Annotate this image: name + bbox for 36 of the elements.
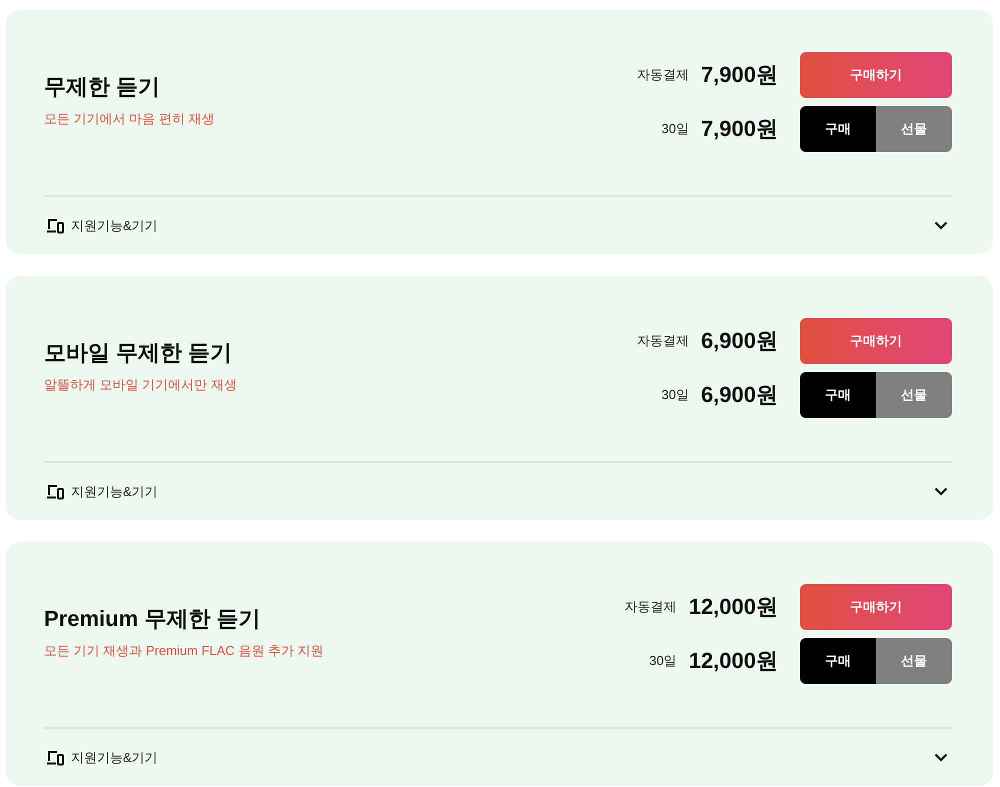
gift-button[interactable]: 선물 <box>876 106 952 152</box>
supported-devices-label: 지원기능&기기 <box>71 216 158 234</box>
chevron-down-icon[interactable] <box>934 753 948 762</box>
gift-button[interactable]: 선물 <box>876 638 952 684</box>
payment-type-label: 자동결제 <box>636 66 689 84</box>
devices-icon <box>46 750 64 766</box>
price-text: 7,900원 <box>700 115 778 143</box>
buy-button[interactable]: 구매 <box>800 638 876 684</box>
plan-title: 무제한 듣기 <box>44 73 162 101</box>
buy-button[interactable]: 구매하기 <box>800 318 952 364</box>
devices-icon <box>46 218 64 234</box>
buy-button[interactable]: 구매 <box>800 106 876 152</box>
chevron-down-icon[interactable] <box>934 487 948 496</box>
buy-button[interactable]: 구매하기 <box>800 52 952 98</box>
buy-button[interactable]: 구매 <box>800 372 876 418</box>
price-text: 6,900원 <box>700 327 778 355</box>
payment-type-label: 자동결제 <box>636 332 689 350</box>
plan-description: 알뜰하게 모바일 기기에서만 재생 <box>44 376 237 394</box>
supported-devices-label: 지원기능&기기 <box>71 748 158 766</box>
payment-type-label: 30일 <box>661 120 689 138</box>
price-text: 12,000원 <box>688 593 778 621</box>
payment-type-label: 자동결제 <box>624 598 677 616</box>
supported-devices-label: 지원기능&기기 <box>71 482 158 500</box>
price-text: 6,900원 <box>700 381 778 409</box>
buy-button[interactable]: 구매하기 <box>800 584 952 630</box>
plan-title: Premium 무제한 듣기 <box>44 605 262 633</box>
plan-title: 모바일 무제한 듣기 <box>44 339 234 367</box>
plan-description: 모든 기기 재생과 Premium FLAC 음원 추가 지원 <box>44 642 324 660</box>
price-text: 12,000원 <box>688 647 778 675</box>
payment-type-label: 30일 <box>661 386 689 404</box>
devices-icon <box>46 484 64 500</box>
gift-button[interactable]: 선물 <box>876 372 952 418</box>
chevron-down-icon[interactable] <box>934 221 948 230</box>
plan-description: 모든 기기에서 마음 편히 재생 <box>44 110 214 128</box>
payment-type-label: 30일 <box>649 652 677 670</box>
price-text: 7,900원 <box>700 61 778 89</box>
